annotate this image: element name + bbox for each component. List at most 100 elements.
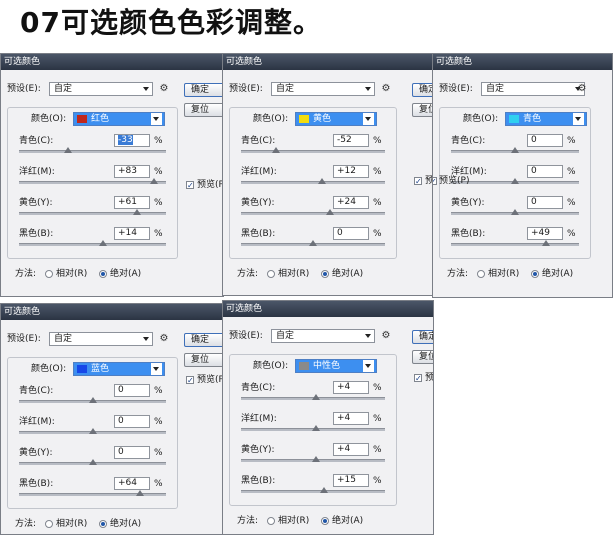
gear-icon[interactable]: ⚙ xyxy=(381,331,391,341)
cyan-slider-thumb[interactable] xyxy=(271,147,280,153)
black-value-input[interactable]: 0 xyxy=(333,227,369,240)
black-slider-thumb[interactable] xyxy=(309,240,317,246)
chevron-down-icon xyxy=(143,87,149,91)
cyan-slider-track[interactable] xyxy=(19,150,166,153)
color-dropdown[interactable]: 青色 xyxy=(505,112,587,126)
magenta-slider-thumb[interactable] xyxy=(311,425,320,431)
yellow-slider-thumb[interactable] xyxy=(88,459,97,465)
preset-dropdown[interactable]: 自定 xyxy=(49,332,153,346)
selective-color-dialog: 可选颜色 预设(E): 自定 ⚙ 颜色(O): 蓝色 青色(C): 0% 洋红(M): 0% 黄色(… xyxy=(0,303,224,535)
dialog-title: 可选颜色 xyxy=(1,54,223,70)
color-dropdown[interactable]: 红色 xyxy=(73,112,165,126)
percent-sign: % xyxy=(154,448,163,458)
yellow-value-input[interactable]: +24 xyxy=(333,196,369,209)
magenta-value-input[interactable]: +83 xyxy=(114,165,150,178)
ok-button[interactable]: 确定 xyxy=(184,333,223,347)
magenta-slider-thumb[interactable] xyxy=(511,178,519,184)
absolute-radio[interactable] xyxy=(321,517,329,525)
ok-button[interactable]: 确定 xyxy=(412,83,433,97)
cyan-value-input[interactable]: 0 xyxy=(527,134,563,147)
yellow-slider-track[interactable] xyxy=(241,212,385,215)
relative-label: 相对(R) xyxy=(56,519,88,529)
yellow-value-input[interactable]: +4 xyxy=(333,443,369,456)
preset-dropdown[interactable]: 自定 xyxy=(481,82,585,96)
percent-sign: % xyxy=(154,198,163,208)
color-dropdown[interactable]: 中性色 xyxy=(295,359,377,373)
absolute-radio[interactable] xyxy=(321,270,329,278)
cyan-slider-thumb[interactable] xyxy=(88,397,97,403)
black-value-input[interactable]: +49 xyxy=(527,227,563,240)
magenta-value-input[interactable]: 0 xyxy=(527,165,563,178)
magenta-value-input[interactable]: 0 xyxy=(114,415,150,428)
black-slider-thumb[interactable] xyxy=(98,240,107,246)
preview-checkbox[interactable]: ✓ xyxy=(186,181,194,190)
magenta-value-input[interactable]: +4 xyxy=(333,412,369,425)
yellow-slider-thumb[interactable] xyxy=(511,209,519,215)
reset-button[interactable]: 复位 xyxy=(184,103,223,117)
relative-radio[interactable] xyxy=(267,270,275,278)
magenta-slider-track[interactable] xyxy=(241,181,385,184)
relative-radio[interactable] xyxy=(267,517,275,525)
preview-checkbox[interactable]: ✓ xyxy=(414,177,422,186)
cyan-slider-track[interactable] xyxy=(241,150,385,153)
reset-button[interactable]: 复位 xyxy=(412,350,433,364)
black-slider-track[interactable] xyxy=(451,243,579,246)
magenta-slider-track[interactable] xyxy=(19,181,166,184)
black-value-input[interactable]: +14 xyxy=(114,227,150,240)
color-dropdown[interactable]: 蓝色 xyxy=(73,362,165,376)
black-value-input[interactable]: +15 xyxy=(333,474,369,487)
preview-checkbox[interactable]: ✓ xyxy=(186,376,194,385)
cyan-slider-thumb[interactable] xyxy=(311,394,320,400)
gear-icon[interactable]: ⚙ xyxy=(381,84,391,94)
yellow-value-input[interactable]: 0 xyxy=(527,196,563,209)
relative-radio[interactable] xyxy=(45,270,53,278)
cyan-value-input[interactable]: -33 xyxy=(114,134,150,147)
absolute-radio[interactable] xyxy=(99,520,107,528)
chevron-down-icon xyxy=(143,337,149,341)
reset-button[interactable]: 复位 xyxy=(412,103,433,117)
black-slider-track[interactable] xyxy=(241,490,385,493)
black-slider-thumb[interactable] xyxy=(542,240,551,246)
yellow-slider-thumb[interactable] xyxy=(311,456,320,462)
yellow-slider-track[interactable] xyxy=(19,212,166,215)
color-swatch xyxy=(509,115,519,123)
magenta-slider-thumb[interactable] xyxy=(88,428,97,434)
magenta-slider-thumb[interactable] xyxy=(317,178,326,184)
color-dropdown[interactable]: 黄色 xyxy=(295,112,377,126)
yellow-value-input[interactable]: 0 xyxy=(114,446,150,459)
gear-icon[interactable]: ⚙ xyxy=(159,334,169,344)
cyan-value-input[interactable]: -52 xyxy=(333,134,369,147)
relative-radio[interactable] xyxy=(477,270,485,278)
cyan-slider-thumb[interactable] xyxy=(64,147,73,153)
cyan-slider-thumb[interactable] xyxy=(511,147,519,153)
cyan-value-input[interactable]: 0 xyxy=(114,384,150,397)
reset-button[interactable]: 复位 xyxy=(184,353,223,367)
preset-dropdown[interactable]: 自定 xyxy=(271,82,375,96)
percent-sign: % xyxy=(373,136,382,146)
cyan-label: 青色(C): xyxy=(241,383,276,393)
ok-button[interactable]: 确定 xyxy=(184,83,223,97)
ok-button[interactable]: 确定 xyxy=(412,330,433,344)
preview-checkbox[interactable]: ✓ xyxy=(414,374,422,383)
gear-icon[interactable]: ⚙ xyxy=(159,84,169,94)
cyan-value-input[interactable]: +4 xyxy=(333,381,369,394)
absolute-radio[interactable] xyxy=(99,270,107,278)
yellow-slider-thumb[interactable] xyxy=(326,209,335,215)
magenta-value: +12 xyxy=(337,166,356,176)
relative-radio[interactable] xyxy=(45,520,53,528)
preset-dropdown[interactable]: 自定 xyxy=(49,82,153,96)
preview-checkbox[interactable]: ✓ xyxy=(433,177,437,186)
black-slider-track[interactable] xyxy=(19,243,166,246)
yellow-slider-thumb[interactable] xyxy=(133,209,142,215)
gear-icon[interactable]: ⚙ xyxy=(577,84,587,94)
black-slider-thumb[interactable] xyxy=(319,487,328,493)
black-slider-track[interactable] xyxy=(19,493,166,496)
preset-dropdown[interactable]: 自定 xyxy=(271,329,375,343)
chevron-down-icon xyxy=(363,360,374,372)
black-slider-thumb[interactable] xyxy=(135,490,144,496)
black-value-input[interactable]: +64 xyxy=(114,477,150,490)
yellow-value-input[interactable]: +61 xyxy=(114,196,150,209)
absolute-radio[interactable] xyxy=(531,270,539,278)
magenta-value-input[interactable]: +12 xyxy=(333,165,369,178)
magenta-slider-thumb[interactable] xyxy=(149,178,158,184)
